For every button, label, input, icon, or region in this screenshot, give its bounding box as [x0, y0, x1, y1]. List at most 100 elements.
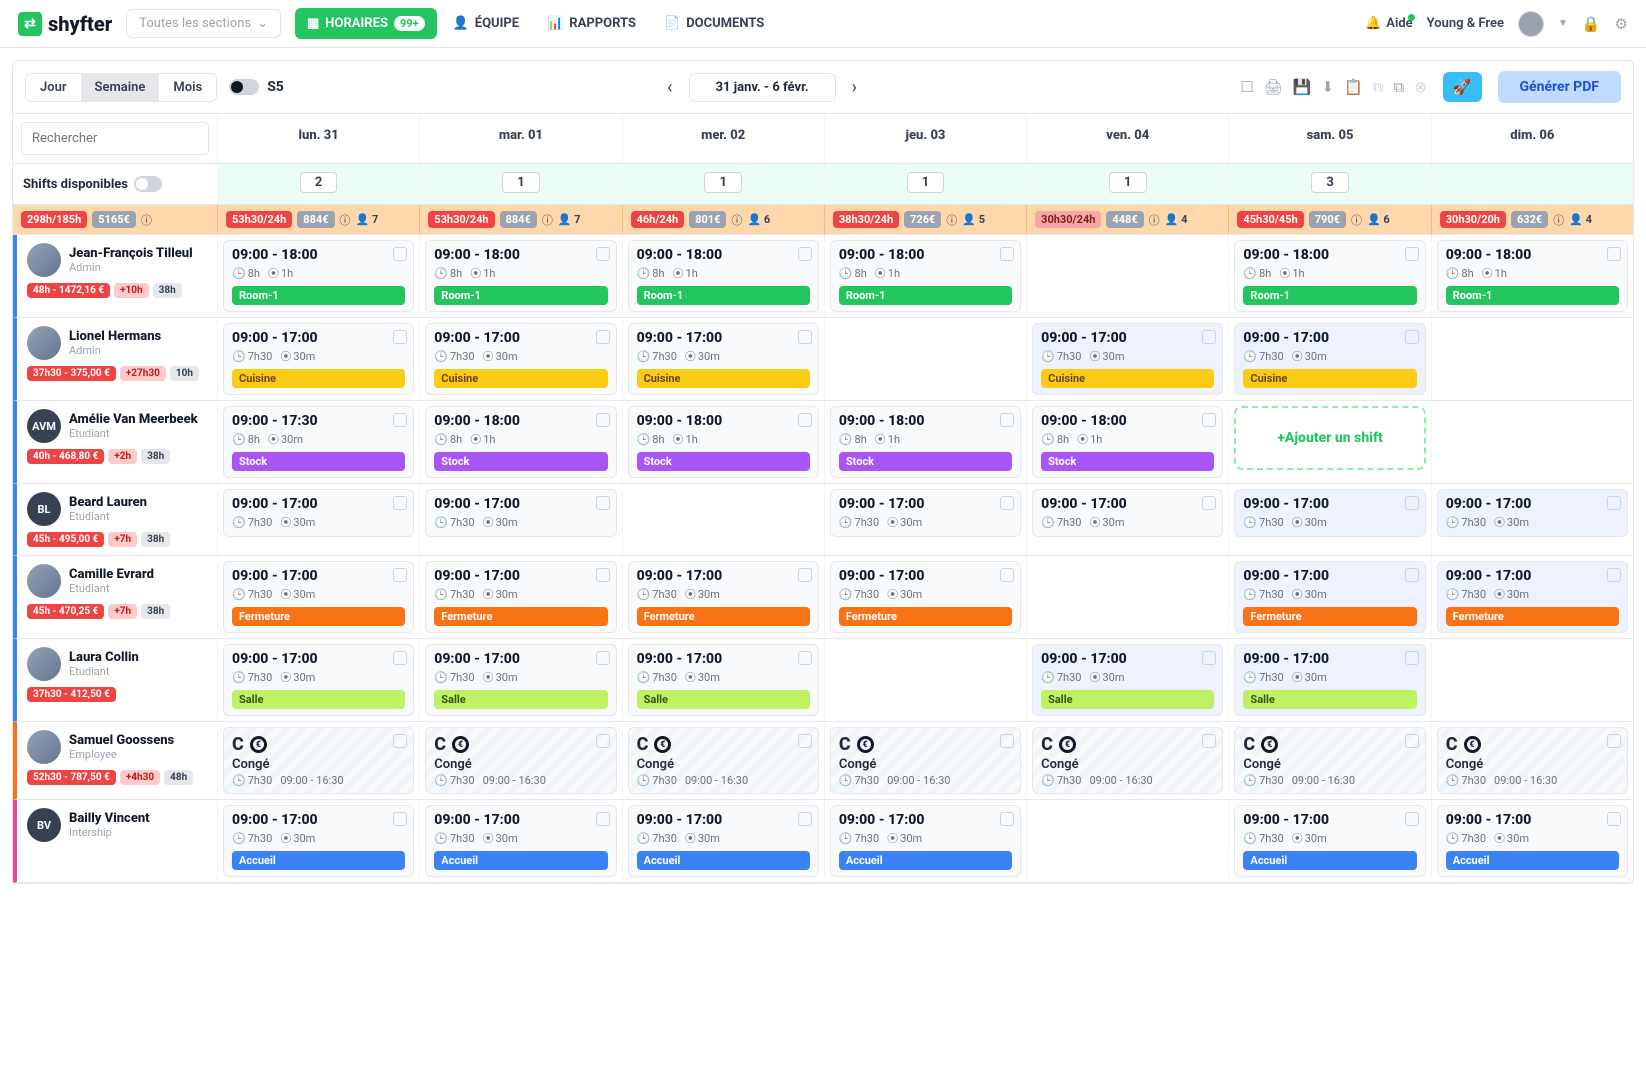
- shift-card[interactable]: 09:00 - 17:00 🕒7h30⦿30m Salle: [223, 644, 414, 716]
- leave-card[interactable]: C€ Congé 🕒7h3009:00 - 16:30: [628, 727, 819, 794]
- shift-card[interactable]: 09:00 - 17:00 🕒7h30⦿30m Accueil: [1437, 805, 1628, 877]
- shift-checkbox[interactable]: [596, 247, 610, 261]
- leave-card[interactable]: C€ Congé 🕒7h3009:00 - 16:30: [223, 727, 414, 794]
- shift-card[interactable]: 09:00 - 17:00 🕒7h30⦿30m Cuisine: [1234, 323, 1425, 395]
- download-icon[interactable]: ⬇: [1322, 78, 1335, 96]
- shift-card[interactable]: 09:00 - 18:00 🕒8h⦿1h Stock: [830, 406, 1021, 478]
- shift-cell[interactable]: 09:00 - 17:00 🕒7h30⦿30m Salle: [217, 639, 419, 722]
- search-input[interactable]: [21, 122, 209, 155]
- shift-checkbox[interactable]: [393, 651, 407, 665]
- available-count-6[interactable]: [1431, 164, 1633, 205]
- shift-cell[interactable]: 09:00 - 17:00 🕒7h30⦿30m Accueil: [824, 800, 1026, 883]
- shift-card[interactable]: 09:00 - 18:00 🕒8h⦿1h Stock: [1032, 406, 1223, 478]
- shift-checkbox[interactable]: [798, 247, 812, 261]
- shift-checkbox[interactable]: [798, 651, 812, 665]
- shift-card[interactable]: 09:00 - 17:00 🕒7h30⦿30m Fermeture: [1234, 561, 1425, 633]
- available-count-1[interactable]: 1: [419, 164, 621, 205]
- shift-card[interactable]: 09:00 - 17:00 🕒7h30⦿30m Fermeture: [830, 561, 1021, 633]
- shift-cell[interactable]: 09:00 - 17:00 🕒7h30⦿30m Fermeture: [824, 556, 1026, 639]
- prev-week-button[interactable]: ‹: [659, 73, 680, 102]
- shift-checkbox[interactable]: [1607, 812, 1621, 826]
- view-month[interactable]: Mois: [159, 74, 216, 101]
- nav-rapports[interactable]: 📊 RAPPORTS: [535, 8, 648, 39]
- shift-cell[interactable]: 09:00 - 17:00 🕒7h30⦿30m Cuisine: [419, 318, 621, 401]
- shift-cell[interactable]: 09:00 - 17:00 🕒7h30⦿30m Accueil: [622, 800, 824, 883]
- shift-checkbox[interactable]: [1405, 496, 1419, 510]
- shift-checkbox[interactable]: [393, 496, 407, 510]
- shift-checkbox[interactable]: [393, 330, 407, 344]
- print-icon[interactable]: 🖨: [1264, 78, 1283, 96]
- shift-checkbox[interactable]: [1607, 734, 1621, 748]
- shift-checkbox[interactable]: [1202, 330, 1216, 344]
- shift-cell[interactable]: 09:00 - 17:00 🕒7h30⦿30m Accueil: [1228, 800, 1430, 883]
- add-shift-cell[interactable]: +Ajouter un shift: [1228, 401, 1430, 484]
- shift-checkbox[interactable]: [1405, 330, 1419, 344]
- shift-cell[interactable]: 09:00 - 17:00 🕒7h30⦿30m Fermeture: [1228, 556, 1430, 639]
- shift-checkbox[interactable]: [1202, 734, 1216, 748]
- info-icon[interactable]: ⓘ: [1351, 212, 1362, 228]
- shift-checkbox[interactable]: [596, 812, 610, 826]
- info-icon[interactable]: ⓘ: [946, 212, 957, 228]
- shift-card[interactable]: 09:00 - 18:00 🕒8h⦿1h Room-1: [1234, 240, 1425, 312]
- shift-cell[interactable]: 09:00 - 17:00 🕒7h30⦿30m: [824, 484, 1026, 556]
- person-cell-2[interactable]: AVM Amélie Van MeerbeekEtudiant 40h - 46…: [13, 401, 217, 484]
- shift-cell[interactable]: C€ Congé 🕒7h3009:00 - 16:30: [1026, 722, 1228, 800]
- shift-cell[interactable]: 09:00 - 18:00 🕒8h⦿1h Stock: [1026, 401, 1228, 484]
- shift-cell[interactable]: 09:00 - 17:00 🕒7h30⦿30m Fermeture: [622, 556, 824, 639]
- shift-checkbox[interactable]: [1000, 413, 1014, 427]
- shift-cell[interactable]: C€ Congé 🕒7h3009:00 - 16:30: [217, 722, 419, 800]
- empty-cell[interactable]: [1431, 401, 1633, 484]
- shift-card[interactable]: 09:00 - 17:00 🕒7h30⦿30m Salle: [425, 644, 616, 716]
- shift-card[interactable]: 09:00 - 17:00 🕒7h30⦿30m Fermeture: [1437, 561, 1628, 633]
- shift-card[interactable]: 09:00 - 17:00 🕒7h30⦿30m Fermeture: [628, 561, 819, 633]
- shift-cell[interactable]: C€ Congé 🕒7h3009:00 - 16:30: [1228, 722, 1430, 800]
- shift-card[interactable]: 09:00 - 17:00 🕒7h30⦿30m Cuisine: [628, 323, 819, 395]
- generate-pdf-button[interactable]: Générer PDF: [1498, 71, 1621, 103]
- shift-cell[interactable]: 09:00 - 18:00 🕒8h⦿1h Stock: [419, 401, 621, 484]
- shift-checkbox[interactable]: [1405, 812, 1419, 826]
- available-count-0[interactable]: 2: [217, 164, 419, 205]
- leave-card[interactable]: C€ Congé 🕒7h3009:00 - 16:30: [1234, 727, 1425, 794]
- display-toggle[interactable]: [229, 79, 259, 95]
- shift-cell[interactable]: 09:00 - 18:00 🕒8h⦿1h Room-1: [1431, 235, 1633, 318]
- shift-card[interactable]: 09:00 - 17:00 🕒7h30⦿30m: [1437, 489, 1628, 537]
- shift-cell[interactable]: 09:00 - 18:00 🕒8h⦿1h Stock: [622, 401, 824, 484]
- person-cell-0[interactable]: Jean-François TilleulAdmin 48h - 1472,16…: [13, 235, 217, 318]
- shift-cell[interactable]: 09:00 - 17:00 🕒7h30⦿30m Accueil: [419, 800, 621, 883]
- empty-cell[interactable]: [1026, 235, 1228, 318]
- shift-cell[interactable]: 09:00 - 17:00 🕒7h30⦿30m Cuisine: [217, 318, 419, 401]
- shift-card[interactable]: 09:00 - 17:30 🕒8h⦿30m Stock: [223, 406, 414, 478]
- shift-card[interactable]: 09:00 - 17:00 🕒7h30⦿30m Salle: [628, 644, 819, 716]
- empty-cell[interactable]: [622, 484, 824, 556]
- empty-cell[interactable]: [1431, 318, 1633, 401]
- info-icon[interactable]: ⓘ: [1149, 212, 1160, 228]
- shift-card[interactable]: 09:00 - 17:00 🕒7h30⦿30m Cuisine: [223, 323, 414, 395]
- shift-checkbox[interactable]: [596, 330, 610, 344]
- shift-card[interactable]: 09:00 - 17:00 🕒7h30⦿30m: [1032, 489, 1223, 537]
- shift-card[interactable]: 09:00 - 17:00 🕒7h30⦿30m Accueil: [425, 805, 616, 877]
- publish-button[interactable]: 🚀: [1443, 72, 1482, 102]
- empty-cell[interactable]: [1431, 639, 1633, 722]
- nav-documents[interactable]: 📄 DOCUMENTS: [652, 8, 776, 39]
- shift-checkbox[interactable]: [1405, 568, 1419, 582]
- shift-checkbox[interactable]: [1405, 734, 1419, 748]
- lock-icon[interactable]: 🔒: [1582, 15, 1601, 33]
- nav-horaires[interactable]: ▦ HORAIRES 99+: [295, 8, 437, 39]
- shift-checkbox[interactable]: [393, 568, 407, 582]
- shift-cell[interactable]: 09:00 - 18:00 🕒8h⦿1h Stock: [824, 401, 1026, 484]
- shift-card[interactable]: 09:00 - 17:00 🕒7h30⦿30m: [1234, 489, 1425, 537]
- shift-checkbox[interactable]: [1000, 734, 1014, 748]
- shift-checkbox[interactable]: [596, 568, 610, 582]
- shift-checkbox[interactable]: [1202, 651, 1216, 665]
- shift-checkbox[interactable]: [1000, 247, 1014, 261]
- shift-card[interactable]: 09:00 - 18:00 🕒8h⦿1h Room-1: [628, 240, 819, 312]
- shift-cell[interactable]: 09:00 - 17:00 🕒7h30⦿30m Fermeture: [217, 556, 419, 639]
- shift-cell[interactable]: 09:00 - 17:00 🕒7h30⦿30m Salle: [419, 639, 621, 722]
- shift-checkbox[interactable]: [393, 247, 407, 261]
- shift-card[interactable]: 09:00 - 17:00 🕒7h30⦿30m Salle: [1234, 644, 1425, 716]
- shift-card[interactable]: 09:00 - 17:00 🕒7h30⦿30m Accueil: [1234, 805, 1425, 877]
- shift-cell[interactable]: C€ Congé 🕒7h3009:00 - 16:30: [622, 722, 824, 800]
- save-icon[interactable]: 💾: [1293, 78, 1312, 96]
- shift-cell[interactable]: 09:00 - 17:00 🕒7h30⦿30m Cuisine: [1026, 318, 1228, 401]
- shift-cell[interactable]: C€ Congé 🕒7h3009:00 - 16:30: [419, 722, 621, 800]
